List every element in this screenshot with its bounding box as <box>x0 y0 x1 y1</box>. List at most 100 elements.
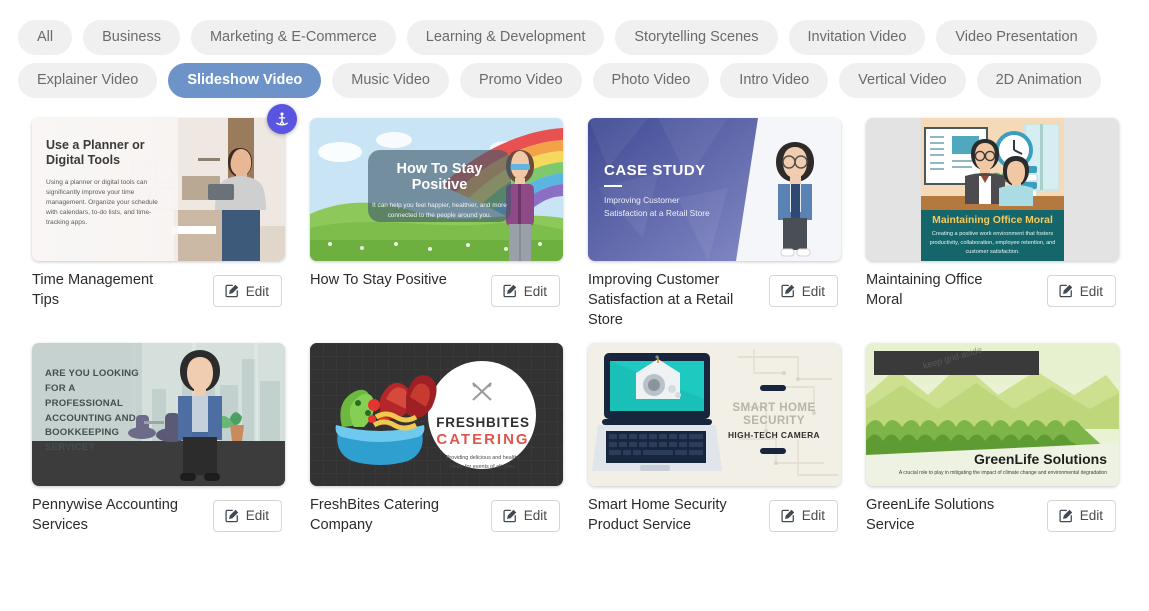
thumbnail-wrap: ARE YOU LOOKING FOR A PROFESSIONAL ACCOU… <box>32 342 285 486</box>
filter-chip-photo-video[interactable]: Photo Video <box>592 63 710 98</box>
template-thumbnail-pennywise-accounting[interactable]: ARE YOU LOOKING FOR A PROFESSIONAL ACCOU… <box>32 342 285 486</box>
edit-button-label: Edit <box>1079 283 1103 299</box>
filter-chip-marketing-ecommerce[interactable]: Marketing & E-Commerce <box>190 20 396 55</box>
template-card: SMART HOME SECURITY HIGH-TECH CAMERA Sma… <box>588 342 844 536</box>
edit-pencil-icon <box>503 509 516 523</box>
thumbnail-body: A crucial role to play in mitigating the… <box>898 470 1107 477</box>
thumbnail-body: It can help you feel happier, healthier,… <box>372 201 507 220</box>
template-card: FRESHBITES CATERING Providing delicious … <box>310 342 566 536</box>
card-footer: Smart Home Security Product Service Edit <box>588 496 844 536</box>
edit-button-label: Edit <box>245 508 269 524</box>
edit-pencil-icon <box>781 509 794 523</box>
template-thumbnail-case-study[interactable]: CASE STUDY Improving Customer Satisfacti… <box>588 118 841 261</box>
filter-chip-storytelling-scenes[interactable]: Storytelling Scenes <box>615 20 778 55</box>
thumbnail-heading: Use a Planner or Digital Tools <box>46 138 145 168</box>
card-title: Smart Home Security Product Service <box>588 496 727 533</box>
card-footer: GreenLife Solutions Service Edit <box>866 496 1122 536</box>
thumbnail-body: Improving Customer Satisfaction at a Ret… <box>604 195 710 219</box>
template-thumbnail-how-to-stay-positive[interactable]: How To Stay Positive It can help you fee… <box>310 118 563 261</box>
edit-button[interactable]: Edit <box>1046 499 1116 532</box>
thumbnail-body: Using a planner or digital tools can sig… <box>46 178 158 227</box>
edit-pencil-icon <box>225 284 238 298</box>
template-card: How To Stay Positive It can help you fee… <box>310 118 566 331</box>
card-title: FreshBites Catering Company <box>310 496 439 533</box>
card-footer: FreshBites Catering Company Edit <box>310 496 566 536</box>
filter-chip-2d-animation[interactable]: 2D Animation <box>976 63 1101 98</box>
card-title: Improving Customer Satisfaction at a Ret… <box>588 272 734 328</box>
thumbnail-heading: GreenLife Solutions <box>973 451 1107 468</box>
edit-pencil-icon <box>781 284 794 298</box>
filter-chip-all[interactable]: All <box>18 20 73 55</box>
card-title: Pennywise Accounting Services <box>32 496 179 533</box>
template-thumbnail-office-moral[interactable]: Maintaining Office Moral Creating a posi… <box>866 118 1119 261</box>
thumbnail-wrap: How To Stay Positive It can help you fee… <box>310 118 563 261</box>
template-card: Use a Planner or Digital Tools Using a p… <box>32 104 297 331</box>
edit-pencil-icon <box>1059 509 1072 523</box>
card-footer: Pennywise Accounting Services Edit <box>32 496 288 536</box>
edit-pencil-icon <box>1059 284 1072 298</box>
filter-bar: All Business Marketing & E-Commerce Lear… <box>0 0 1149 98</box>
card-title: How To Stay Positive <box>310 272 447 288</box>
edit-pencil-icon <box>503 284 516 298</box>
card-footer: Improving Customer Satisfaction at a Ret… <box>588 271 844 331</box>
filter-chip-explainer-video[interactable]: Explainer Video <box>18 63 158 98</box>
thumbnail-wrap: Use a Planner or Digital Tools Using a p… <box>32 104 297 261</box>
template-thumbnail-greenlife-solutions[interactable]: keep grid aside GreenLife Solutions A cr… <box>866 342 1119 486</box>
edit-button[interactable]: Edit <box>768 499 838 532</box>
thumbnail-body: Creating a positive work environment tha… <box>929 231 1056 255</box>
thumbnail-heading: How To Stay Positive <box>396 161 483 193</box>
edit-button[interactable]: Edit <box>768 275 838 307</box>
filter-chip-row-2: Explainer Video Slideshow Video Music Vi… <box>18 63 1149 98</box>
filter-chip-music-video[interactable]: Music Video <box>332 63 449 98</box>
filter-chip-intro-video[interactable]: Intro Video <box>720 63 829 98</box>
filter-chip-promo-video[interactable]: Promo Video <box>459 63 582 98</box>
edit-button-label: Edit <box>801 283 825 299</box>
thumbnail-body: Providing delicious and healthy meals fo… <box>445 454 521 470</box>
edit-button[interactable]: Edit <box>1046 275 1116 307</box>
template-thumbnail-smart-home-security[interactable]: SMART HOME SECURITY HIGH-TECH CAMERA <box>588 342 841 486</box>
card-footer: How To Stay Positive Edit <box>310 271 566 307</box>
filter-chip-row-1: All Business Marketing & E-Commerce Lear… <box>18 20 1149 55</box>
edit-button-label: Edit <box>1079 508 1103 524</box>
thumbnail-wrap: Maintaining Office Moral Creating a posi… <box>866 118 1119 261</box>
filter-chip-learning-development[interactable]: Learning & Development <box>406 20 605 55</box>
thumbnail-heading: ARE YOU LOOKING FOR A PROFESSIONAL ACCOU… <box>45 367 139 454</box>
thumbnail-body: HIGH-TECH CAMERA <box>727 429 820 440</box>
filter-chip-vertical-video[interactable]: Vertical Video <box>839 63 966 98</box>
edit-button[interactable]: Edit <box>490 275 560 307</box>
template-thumbnail-freshbites-catering[interactable]: FRESHBITES CATERING Providing delicious … <box>310 342 563 486</box>
thumbnail-heading: FRESHBITES <box>436 414 530 430</box>
filter-chip-video-presentation[interactable]: Video Presentation <box>936 20 1097 55</box>
template-card: keep grid aside GreenLife Solutions A cr… <box>866 342 1122 536</box>
edit-button[interactable]: Edit <box>490 499 560 532</box>
template-grid: Use a Planner or Digital Tools Using a p… <box>32 104 1149 536</box>
edit-pencil-icon <box>225 509 238 523</box>
thumbnail-wrap: FRESHBITES CATERING Providing delicious … <box>310 342 563 486</box>
template-card: CASE STUDY Improving Customer Satisfacti… <box>588 118 844 331</box>
thumbnail-wrap: SMART HOME SECURITY HIGH-TECH CAMERA <box>588 342 841 486</box>
character-avatar-icon[interactable] <box>267 104 297 134</box>
thumbnail-wrap: keep grid aside GreenLife Solutions A cr… <box>866 342 1119 486</box>
card-title: Maintaining Office Moral <box>866 272 983 308</box>
edit-button[interactable]: Edit <box>212 499 282 532</box>
template-card: ARE YOU LOOKING FOR A PROFESSIONAL ACCOU… <box>32 342 288 536</box>
title-divider <box>604 185 622 187</box>
template-card: Maintaining Office Moral Creating a posi… <box>866 118 1122 331</box>
edit-button-label: Edit <box>245 283 269 299</box>
thumbnail-heading: SMART HOME SECURITY <box>732 400 816 427</box>
filter-chip-business[interactable]: Business <box>83 20 180 55</box>
template-thumbnail-time-management[interactable]: Use a Planner or Digital Tools Using a p… <box>32 118 285 261</box>
edit-button-label: Edit <box>523 508 547 524</box>
thumbnail-wrap: CASE STUDY Improving Customer Satisfacti… <box>588 118 841 261</box>
thumbnail-heading: Maintaining Office Moral <box>932 215 1053 226</box>
edit-button-label: Edit <box>801 508 825 524</box>
filter-chip-slideshow-video[interactable]: Slideshow Video <box>168 63 322 98</box>
card-footer: Time Management Tips Edit <box>32 271 288 311</box>
card-footer: Maintaining Office Moral Edit <box>866 271 1122 311</box>
edit-button[interactable]: Edit <box>212 275 282 307</box>
edit-button-label: Edit <box>523 283 547 299</box>
card-title: GreenLife Solutions Service <box>866 496 995 533</box>
thumbnail-heading: CASE STUDY <box>604 162 706 179</box>
card-title: Time Management Tips <box>32 272 154 308</box>
filter-chip-invitation-video[interactable]: Invitation Video <box>788 20 926 55</box>
